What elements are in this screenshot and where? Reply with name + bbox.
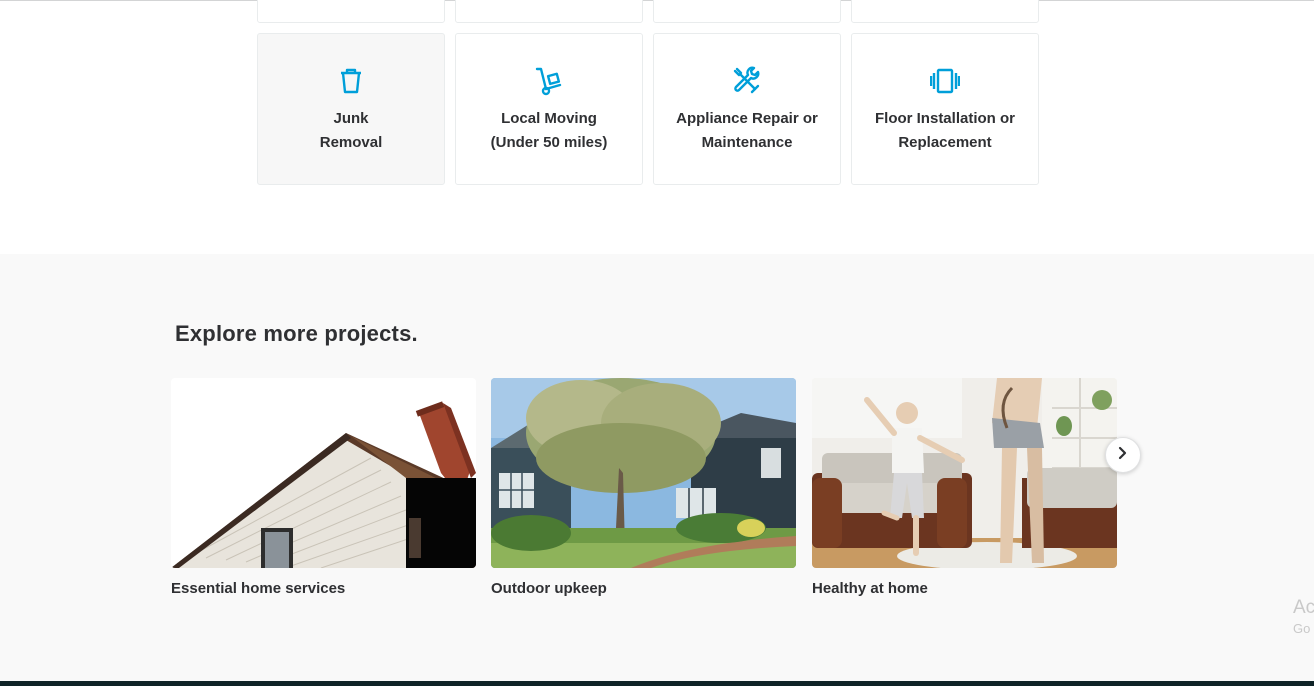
category-card[interactable]	[455, 0, 643, 23]
house-siding-photo	[171, 378, 476, 568]
category-label: Floor Installation or Replacement	[874, 110, 1015, 151]
category-card-local-moving[interactable]: Local Moving (Under 50 miles)	[455, 33, 643, 185]
project-caption: Healthy at home	[812, 580, 928, 597]
chevron-right-icon	[1117, 446, 1129, 465]
category-card[interactable]	[851, 0, 1039, 23]
footer-edge	[0, 681, 1314, 686]
category-label: Local Moving (Under 50 miles)	[490, 110, 608, 151]
category-card-junk-removal[interactable]: Junk Removal	[257, 33, 445, 185]
project-card-healthy-at-home[interactable]: Healthy at home	[812, 378, 1117, 597]
previous-category-row	[257, 0, 1047, 23]
carousel-next-button[interactable]	[1105, 437, 1141, 473]
category-card[interactable]	[257, 0, 445, 23]
category-card-appliance-repair[interactable]: Appliance Repair or Maintenance	[653, 33, 841, 185]
child-exercising-living-room-photo	[812, 378, 1117, 568]
front-yard-tree-photo	[491, 378, 796, 568]
project-caption: Essential home services	[171, 580, 346, 597]
project-caption: Outdoor upkeep	[491, 580, 607, 597]
category-card[interactable]	[653, 0, 841, 23]
section-title: Explore more projects.	[175, 321, 418, 346]
wrench-screwdriver-icon	[731, 65, 763, 97]
category-label: Appliance Repair or Maintenance	[676, 110, 818, 151]
category-label: Junk Removal	[319, 110, 383, 151]
category-grid: Junk Removal Local Moving (Under 50 mile…	[257, 33, 1047, 185]
project-card-outdoor-upkeep[interactable]: Outdoor upkeep	[491, 378, 796, 597]
trash-can-icon	[335, 65, 367, 97]
explore-section: Explore more projects. Essential home se…	[0, 254, 1314, 681]
floor-panels-icon	[929, 65, 961, 97]
hand-truck-icon	[533, 65, 565, 97]
watermark-line1: Ac	[1293, 597, 1314, 618]
category-card-floor-installation[interactable]: Floor Installation or Replacement	[851, 33, 1039, 185]
project-card-essential-home-services[interactable]: Essential home services	[171, 378, 476, 597]
activation-watermark: Ac Go	[1293, 598, 1314, 638]
watermark-line2: Go	[1293, 621, 1311, 636]
